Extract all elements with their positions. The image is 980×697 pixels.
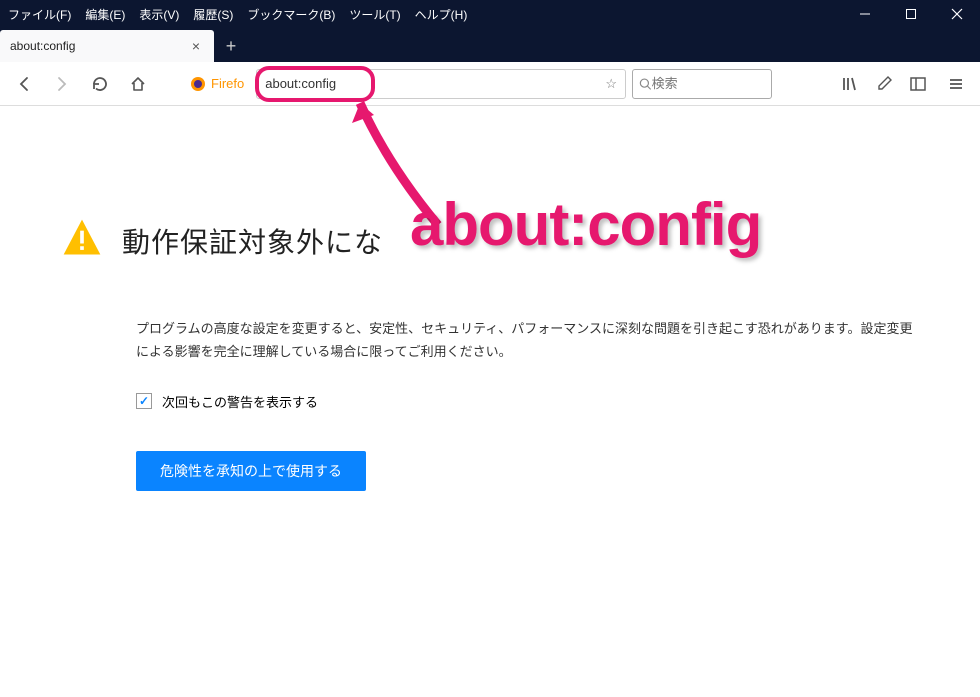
- url-text: about:config: [265, 76, 336, 91]
- accept-risk-button[interactable]: 危険性を承知の上で使用する: [136, 451, 366, 491]
- menu-view[interactable]: 表示(V): [139, 6, 179, 23]
- bookmark-star-icon[interactable]: ☆: [605, 76, 617, 92]
- page-content: 動作保証対象外にな プログラムの高度な設定を変更すると、安定性、セキュリティ、パ…: [0, 106, 980, 491]
- search-input[interactable]: [652, 76, 765, 91]
- new-tab-button[interactable]: +: [214, 30, 248, 62]
- menu-edit[interactable]: 編集(E): [85, 6, 125, 23]
- close-window-button[interactable]: [934, 0, 980, 28]
- checkbox-label: 次回もこの警告を表示する: [162, 392, 318, 411]
- menu-bar: ファイル(F) 編集(E) 表示(V) 履歴(S) ブックマーク(B) ツール(…: [8, 6, 842, 23]
- menu-history[interactable]: 履歴(S): [193, 6, 233, 23]
- menu-tools[interactable]: ツール(T): [349, 6, 400, 23]
- browser-tab[interactable]: about:config ×: [0, 30, 214, 62]
- menu-help[interactable]: ヘルプ(H): [415, 6, 468, 23]
- warning-heading: 動作保証対象外にな: [122, 221, 383, 261]
- search-icon: [639, 77, 652, 91]
- tab-close-icon[interactable]: ×: [188, 38, 204, 54]
- show-warning-checkbox[interactable]: ✓: [136, 393, 152, 409]
- hamburger-menu-icon[interactable]: [940, 68, 972, 100]
- home-button[interactable]: [122, 68, 154, 100]
- title-bar: ファイル(F) 編集(E) 表示(V) 履歴(S) ブックマーク(B) ツール(…: [0, 0, 980, 28]
- identity-label: Firefo: [211, 76, 244, 91]
- toolbar: Firefo about:config ☆: [0, 62, 980, 106]
- firefox-icon: [190, 76, 206, 92]
- sidebar-icon[interactable]: [902, 68, 934, 100]
- url-bar[interactable]: about:config ☆: [256, 69, 626, 99]
- tab-bar: about:config × +: [0, 28, 980, 62]
- warning-body: プログラムの高度な設定を変更すると、安定性、セキュリティ、パフォーマンスに深刻な…: [136, 317, 920, 364]
- tab-label: about:config: [10, 39, 188, 53]
- warning-icon: [60, 216, 104, 265]
- menu-bookmarks[interactable]: ブックマーク(B): [247, 6, 335, 23]
- back-button[interactable]: [8, 68, 40, 100]
- maximize-button[interactable]: [888, 0, 934, 28]
- site-identity[interactable]: Firefo: [184, 76, 250, 92]
- eyedropper-icon[interactable]: [868, 68, 900, 100]
- forward-button[interactable]: [46, 68, 78, 100]
- menu-file[interactable]: ファイル(F): [8, 6, 71, 23]
- library-icon[interactable]: [834, 68, 866, 100]
- window-controls: [842, 0, 980, 28]
- search-bar[interactable]: [632, 69, 772, 99]
- minimize-button[interactable]: [842, 0, 888, 28]
- toolbar-icons: [834, 68, 934, 100]
- reload-button[interactable]: [84, 68, 116, 100]
